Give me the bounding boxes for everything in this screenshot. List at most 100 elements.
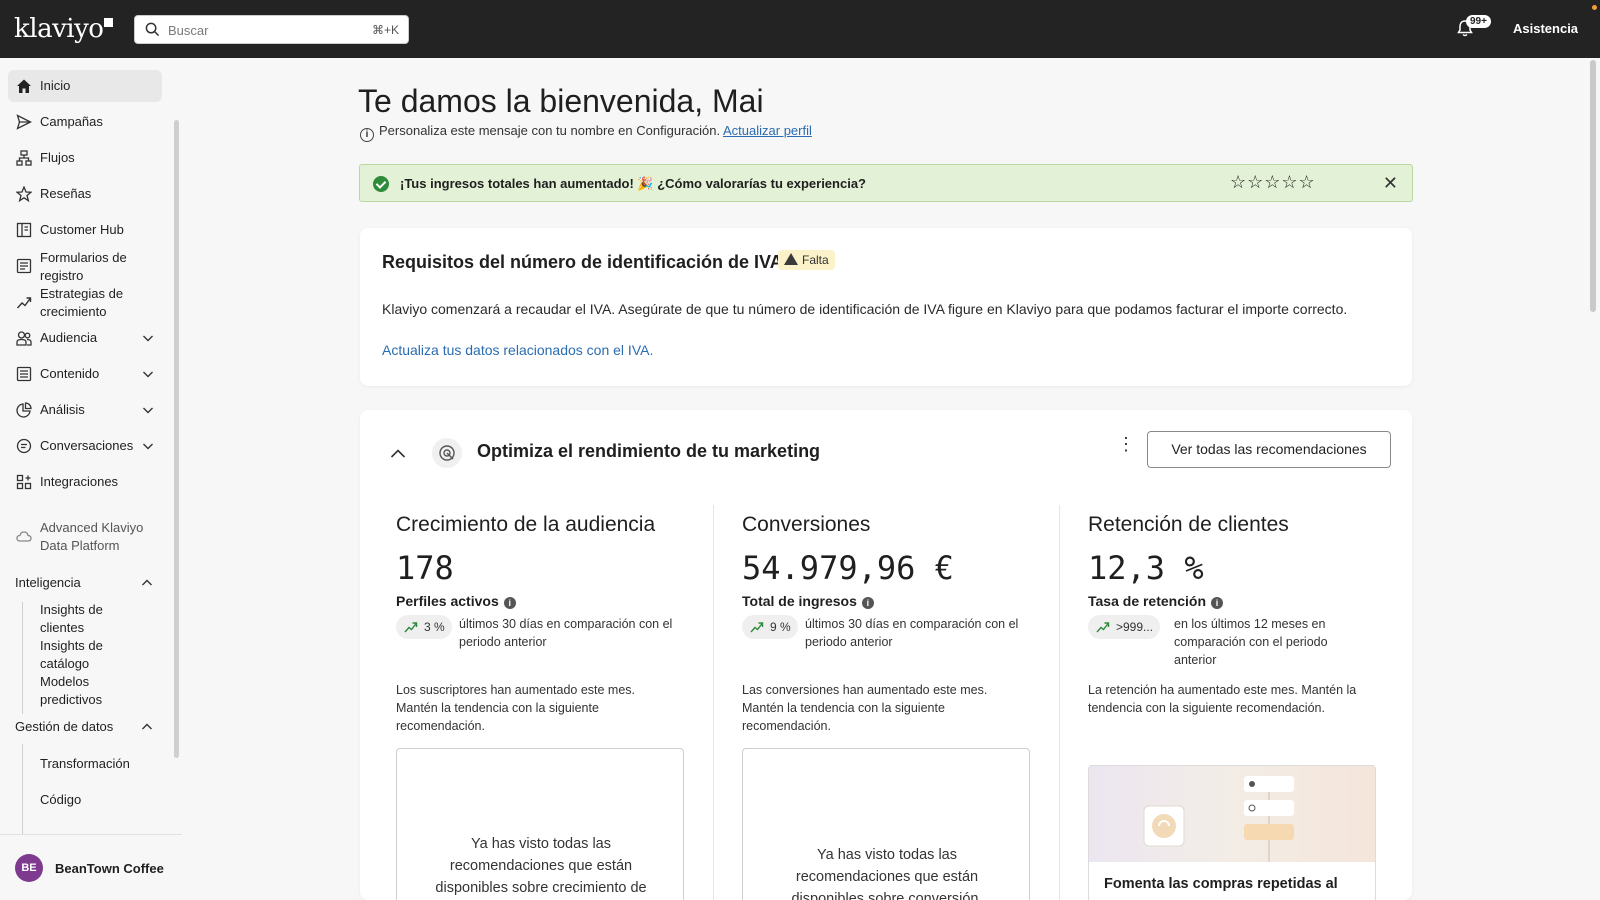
update-profile-link[interactable]: Actualizar perfil bbox=[723, 123, 812, 138]
retention-column: Retención de clientes 12,3 % Tasa de ret… bbox=[1088, 505, 1376, 900]
info-icon[interactable]: i bbox=[861, 597, 874, 609]
chevron-up-icon[interactable] bbox=[141, 721, 153, 733]
check-circle-icon bbox=[373, 176, 389, 192]
avatar: BE bbox=[15, 854, 43, 882]
metric-label: Tasa de retención i bbox=[1088, 593, 1224, 609]
search-bar[interactable]: Buscar ⌘+K bbox=[134, 15, 409, 44]
account-switcher[interactable]: BE BeanTown Coffee bbox=[0, 834, 182, 900]
more-options-icon[interactable]: ⋮ bbox=[1117, 435, 1135, 453]
star-rating[interactable]: ☆☆☆☆☆ bbox=[1230, 172, 1316, 193]
sidebar-item-audiencia[interactable]: Audiencia bbox=[8, 322, 162, 354]
trend-up-icon bbox=[750, 622, 764, 633]
logo-flag-icon bbox=[104, 18, 114, 27]
close-icon[interactable]: ✕ bbox=[1383, 173, 1398, 194]
personalize-note: i Personaliza este mensaje con tu nombre … bbox=[360, 123, 812, 142]
section-inteligencia[interactable]: Inteligencia bbox=[15, 575, 81, 590]
delta-badge: 3 % bbox=[396, 615, 452, 639]
sidebar-item-contenido[interactable]: Contenido bbox=[8, 358, 162, 390]
klaviyo-logo[interactable]: klaviyo bbox=[14, 14, 114, 44]
top-bar: klaviyo Buscar ⌘+K 99+ Asistencia bbox=[0, 0, 1600, 58]
sidebar-item-label: Audiencia bbox=[40, 330, 98, 345]
chevron-down-icon bbox=[143, 371, 153, 378]
metric-label-text: Perfiles activos bbox=[396, 593, 499, 609]
view-all-recommendations-button[interactable]: Ver todas las recomendaciones bbox=[1147, 431, 1391, 468]
column-divider bbox=[713, 505, 714, 900]
sidebar-item-analisis[interactable]: Análisis bbox=[8, 394, 162, 426]
chevron-up-icon[interactable] bbox=[141, 577, 153, 589]
info-icon[interactable]: i bbox=[503, 597, 516, 609]
delta-value: 9 % bbox=[770, 620, 791, 634]
sidebar-item-formularios[interactable]: Formularios de registro bbox=[8, 250, 162, 283]
sidebar-item-customer-hub[interactable]: Customer Hub bbox=[8, 214, 162, 246]
vat-update-link[interactable]: Actualiza tus datos relacionados con el … bbox=[382, 342, 653, 358]
recommendation-box: Ya has visto todas las recomendaciones q… bbox=[742, 748, 1030, 900]
status-dot bbox=[1592, 5, 1597, 10]
chevron-up-icon[interactable] bbox=[390, 448, 406, 460]
trend-up-icon bbox=[1096, 622, 1110, 633]
help-link[interactable]: Asistencia bbox=[1513, 21, 1578, 36]
conversions-column: Conversiones 54.979,96 € Total de ingres… bbox=[742, 505, 1030, 900]
chat-icon bbox=[16, 438, 32, 454]
trend-up-icon bbox=[16, 297, 32, 309]
missing-badge-label: Falta bbox=[802, 253, 829, 267]
sidebar-item-flujos[interactable]: Flujos bbox=[8, 142, 162, 174]
sidebar-item-label: Customer Hub bbox=[40, 222, 124, 237]
sidebar-subitem-codigo[interactable]: Código bbox=[40, 791, 81, 809]
comparison-text: en los últimos 12 meses en comparación c… bbox=[1174, 617, 1328, 667]
sidebar-item-label: Reseñas bbox=[40, 186, 92, 201]
sidebar-subitem-insights-catalogo[interactable]: Insights de catálogo bbox=[40, 637, 130, 673]
delta-badge: 9 % bbox=[742, 615, 798, 639]
customer-hub-icon bbox=[16, 222, 32, 238]
optimize-title: Optimiza el rendimiento de tu marketing bbox=[477, 441, 821, 461]
sidebar-item-label: Estrategias de crecimiento bbox=[40, 286, 124, 319]
sidebar-subitem-modelos-predictivos[interactable]: Modelos predictivos bbox=[40, 673, 130, 709]
success-banner: ¡Tus ingresos totales han aumentado! 🎉 ¿… bbox=[359, 164, 1413, 202]
chevron-down-icon bbox=[143, 443, 153, 450]
sidebar-item-integraciones[interactable]: Integraciones bbox=[8, 466, 162, 498]
integrations-icon bbox=[16, 474, 32, 490]
sidebar-scrollbar[interactable] bbox=[174, 120, 179, 758]
sidebar-item-label: Campañas bbox=[40, 114, 103, 129]
delta-value: >999... bbox=[1116, 620, 1154, 634]
search-placeholder: Buscar bbox=[168, 23, 209, 38]
recommendation-card[interactable]: Fomenta las compras repetidas al bbox=[1088, 765, 1376, 900]
sidebar-item-campanas[interactable]: Campañas bbox=[8, 106, 162, 138]
personalize-text: Personaliza este mensaje con tu nombre e… bbox=[379, 123, 721, 138]
content-icon bbox=[16, 366, 32, 382]
search-shortcut: ⌘+K bbox=[371, 23, 399, 37]
recommendation-box-text: Ya has visto todas las recomendaciones q… bbox=[435, 836, 647, 896]
section-gestion-datos[interactable]: Gestión de datos bbox=[15, 719, 113, 734]
sidebar-item-estrategias[interactable]: Estrategias de crecimiento bbox=[8, 286, 162, 319]
trend-up-icon bbox=[404, 622, 418, 633]
column-description: Los suscriptores han aumentado este mes.… bbox=[396, 683, 636, 733]
missing-badge: Falta bbox=[778, 250, 835, 270]
recommendation-box-text: Ya has visto todas las recomendaciones q… bbox=[791, 847, 983, 900]
sidebar-item-label: Inicio bbox=[40, 78, 71, 93]
notifications-badge: 99+ bbox=[1466, 15, 1491, 28]
sidebar-item-label: Contenido bbox=[40, 366, 100, 381]
info-icon[interactable]: i bbox=[1211, 597, 1224, 609]
sidebar-item-inicio[interactable]: Inicio bbox=[8, 70, 162, 102]
metric-label-text: Total de ingresos bbox=[742, 593, 857, 609]
account-name: BeanTown Coffee bbox=[55, 861, 164, 876]
column-description: La retención ha aumentado este mes. Mant… bbox=[1088, 683, 1357, 715]
page-scrollbar[interactable] bbox=[1590, 60, 1596, 312]
sidebar-subitem-insights-clientes[interactable]: Insights de clientes bbox=[40, 601, 130, 637]
pie-chart-icon bbox=[16, 402, 32, 418]
send-icon bbox=[16, 114, 32, 130]
metric-value: 178 bbox=[396, 549, 454, 587]
sidebar-subitem-transformacion[interactable]: Transformación bbox=[40, 755, 130, 773]
sidebar-item-conversaciones[interactable]: Conversaciones bbox=[8, 430, 162, 462]
sidebar-item-advanced-kdp[interactable]: Advanced Klaviyo Data Platform bbox=[8, 520, 162, 553]
cloud-icon bbox=[16, 531, 32, 542]
sidebar-item-label: Integraciones bbox=[40, 474, 119, 489]
delta-value: 3 % bbox=[424, 620, 445, 634]
chevron-down-icon bbox=[143, 407, 153, 414]
delta-badge: >999... bbox=[1088, 615, 1161, 639]
sidebar-item-label: Conversaciones bbox=[40, 438, 134, 453]
comparison-text: últimos 30 días en comparación con el pe… bbox=[805, 617, 1019, 649]
page-title: Te damos la bienvenida, Mai bbox=[358, 83, 764, 119]
sidebar-item-resenas[interactable]: Reseñas bbox=[8, 178, 162, 210]
optimize-card: Optimiza el rendimiento de tu marketing … bbox=[360, 410, 1412, 900]
audience-icon bbox=[16, 331, 32, 346]
